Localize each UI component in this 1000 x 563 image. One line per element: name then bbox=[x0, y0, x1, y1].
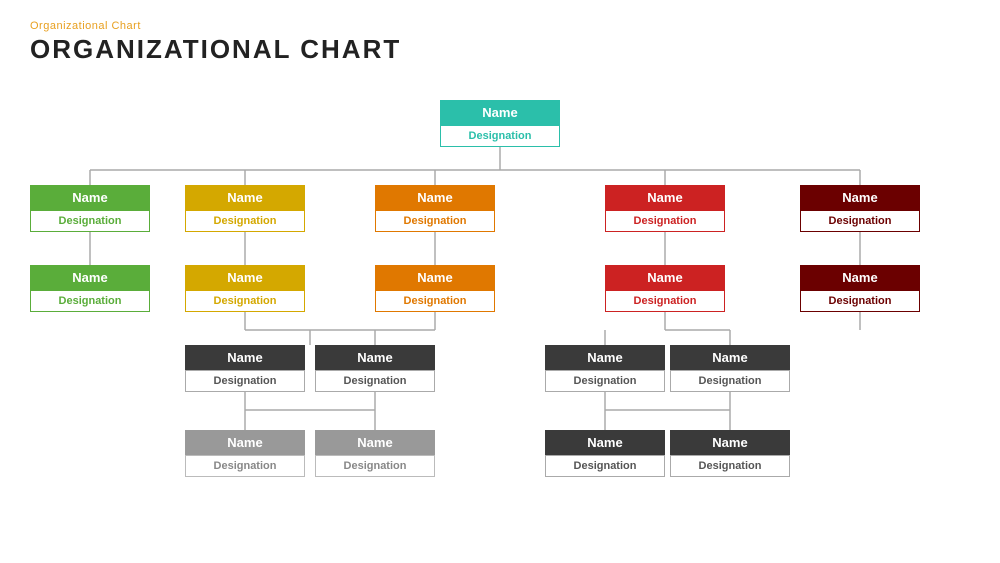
node-l4-1: Name Designation bbox=[185, 430, 305, 477]
node-l1-1: Name Designation bbox=[30, 185, 150, 232]
node-l1-3: Name Designation bbox=[375, 185, 495, 232]
node-l2-4: Name Designation bbox=[605, 265, 725, 312]
node-l3-3: Name Designation bbox=[545, 345, 665, 392]
node-l1-2: Name Designation bbox=[185, 185, 305, 232]
node-l2-3: Name Designation bbox=[375, 265, 495, 312]
page-title: ORGANIZATIONAL CHART bbox=[30, 34, 970, 65]
node-l3-2: Name Designation bbox=[315, 345, 435, 392]
node-l4-3: Name Designation bbox=[545, 430, 665, 477]
node-l2-5: Name Designation bbox=[800, 265, 920, 312]
node-l3-1: Name Designation bbox=[185, 345, 305, 392]
node-l1-5: Name Designation bbox=[800, 185, 920, 232]
node-root-name: Name bbox=[440, 100, 560, 125]
node-l3-4: Name Designation bbox=[670, 345, 790, 392]
node-l4-4: Name Designation bbox=[670, 430, 790, 477]
page-subtitle: Organizational Chart bbox=[30, 20, 970, 32]
page: Organizational Chart ORGANIZATIONAL CHAR… bbox=[0, 0, 1000, 563]
node-l2-2: Name Designation bbox=[185, 265, 305, 312]
node-root-designation: Designation bbox=[440, 125, 560, 147]
node-l2-1: Name Designation bbox=[30, 265, 150, 312]
node-l4-2: Name Designation bbox=[315, 430, 435, 477]
node-root: Name Designation bbox=[440, 100, 560, 147]
node-l1-4: Name Designation bbox=[605, 185, 725, 232]
